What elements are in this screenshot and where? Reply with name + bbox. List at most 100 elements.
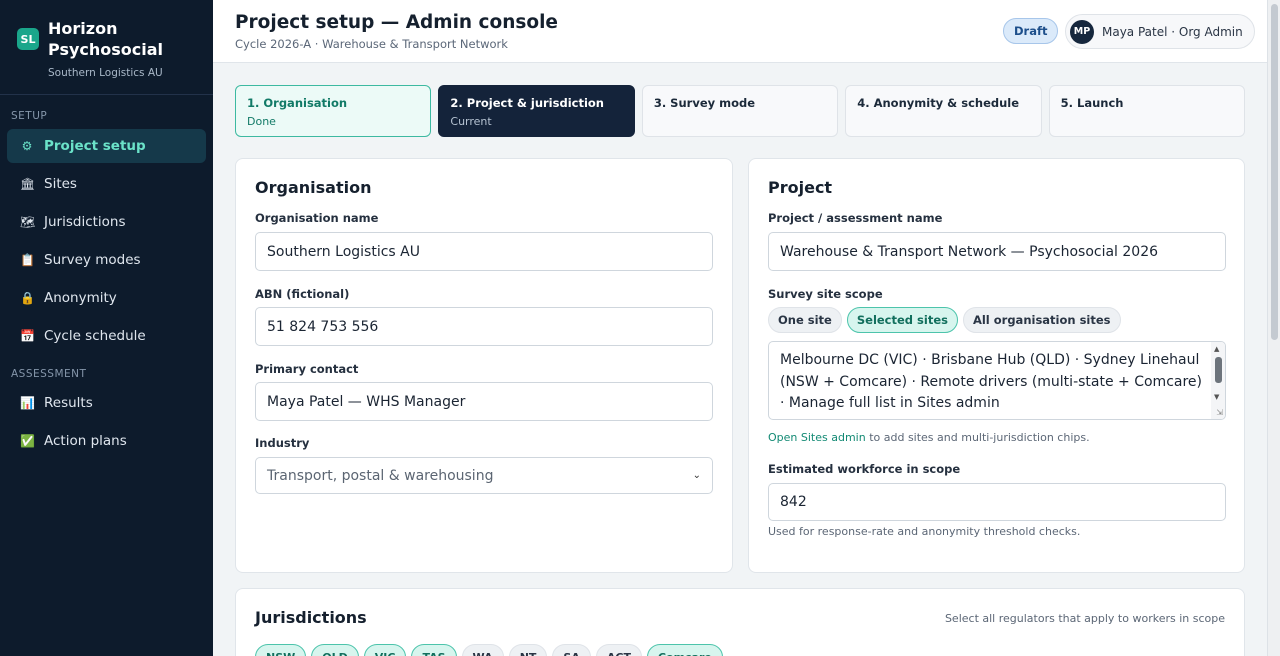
sidebar-item-label: Sites: [44, 176, 77, 192]
jurisdiction-chip-wa[interactable]: WA: [461, 644, 504, 656]
sites-hint: Open Sites admin to add sites and multi-…: [768, 431, 1090, 444]
scroll-down-icon[interactable]: ▼: [1214, 393, 1219, 401]
jurisdictions-card: Jurisdictions Select all regulators that…: [235, 588, 1245, 656]
resize-grip-icon[interactable]: ⇲: [1216, 408, 1223, 417]
step-3[interactable]: 3. Survey mode: [641, 85, 839, 137]
stepper: 1. Organisation Done 2. Project & jurisdic…: [235, 85, 1246, 137]
scope-option-one-site[interactable]: One site: [768, 307, 842, 333]
brand: SL Horizon Psychosocial Southern Logisti…: [0, 0, 213, 95]
sidebar-item-results[interactable]: 📊 Results: [7, 386, 206, 420]
jurisdiction-chip-nt[interactable]: NT: [508, 644, 548, 656]
step-1[interactable]: 1. Organisation Done: [235, 85, 432, 137]
nav-section-setup: SETUP: [11, 110, 48, 122]
sidebar-item-sites[interactable]: 🏛 Sites: [7, 167, 206, 201]
step-title: 4. Anonymity & schedule: [857, 96, 1020, 110]
sites-hint-text: to add sites and multi-jurisdiction chip…: [865, 431, 1090, 444]
scope-label: Survey site scope: [768, 287, 883, 301]
step-title: 5. Launch: [1060, 96, 1124, 110]
nav-assessment: 📊 Results ✅ Action plans: [0, 386, 213, 458]
step-status: Done: [247, 115, 276, 128]
avatar: MP: [1070, 19, 1094, 44]
industry-value: Transport, postal & warehousing: [267, 467, 494, 484]
contact-input[interactable]: Maya Patel — WHS Manager: [255, 382, 713, 421]
sites-text: Melbourne DC (VIC) · Brisbane Hub (QLD) …: [780, 352, 1202, 411]
jurisdictions-title: Jurisdictions: [255, 608, 367, 627]
workforce-input[interactable]: 842: [768, 483, 1226, 521]
gear-icon: ⚙: [21, 139, 33, 153]
calendar-icon: 📅: [20, 329, 35, 343]
organisation-title: Organisation: [255, 178, 372, 197]
sidebar-item-anonymity[interactable]: 🔒 Anonymity: [7, 281, 206, 315]
sidebar-item-label: Action plans: [44, 433, 127, 449]
page-scrollbar[interactable]: [1267, 0, 1280, 656]
step-5[interactable]: 5. Launch: [1048, 85, 1246, 137]
nav-section-assessment: ASSESSMENT: [11, 368, 87, 380]
org-name-label: Organisation name: [255, 211, 379, 225]
jurisdiction-chip-comcare[interactable]: Comcare: [646, 644, 723, 656]
sidebar-item-label: Cycle schedule: [44, 328, 146, 344]
open-sites-admin-link[interactable]: Open Sites admin: [768, 431, 866, 444]
sites-textarea[interactable]: Melbourne DC (VIC) · Brisbane Hub (QLD) …: [768, 341, 1226, 420]
industry-label: Industry: [255, 436, 310, 450]
chevron-down-icon: ⌄: [692, 470, 701, 481]
workforce-hint: Used for response-rate and anonymity thr…: [768, 525, 1081, 538]
workforce-label: Estimated workforce in scope: [768, 462, 961, 476]
clipboard-icon: 📋: [20, 253, 35, 267]
sidebar-item-cycle-schedule[interactable]: 📅 Cycle schedule: [7, 319, 206, 353]
sidebar-item-project-setup[interactable]: ⚙ Project setup: [7, 129, 206, 163]
step-title: 2. Project & jurisdiction: [450, 96, 604, 110]
industry-select[interactable]: Transport, postal & warehousing ⌄: [255, 457, 713, 494]
step-4[interactable]: 4. Anonymity & schedule: [845, 85, 1042, 137]
abn-label: ABN (fictional): [255, 287, 350, 301]
step-status: Current: [450, 115, 492, 128]
abn-input[interactable]: 51 824 753 556: [255, 307, 713, 346]
project-card: Project Project / assessment name Wareho…: [748, 158, 1245, 573]
step-2[interactable]: 2. Project & jurisdiction Current: [438, 85, 635, 137]
scope-option-all-organisation-sites[interactable]: All organisation sites: [962, 307, 1121, 333]
project-title: Project: [768, 178, 833, 197]
scope-option-selected-sites[interactable]: Selected sites: [846, 307, 958, 333]
jurisdiction-chips: NSW QLD VIC TAS WA NT SA ACT Comcare: [255, 644, 723, 656]
sidebar-item-jurisdictions[interactable]: 🗺 Jurisdictions: [7, 205, 206, 239]
jurisdiction-chip-nsw[interactable]: NSW: [255, 644, 307, 656]
scope-selector: One site Selected sites All organisation s…: [768, 307, 1121, 333]
jurisdiction-chip-vic[interactable]: VIC: [363, 644, 407, 656]
sidebar: SL Horizon Psychosocial Southern Logisti…: [0, 0, 213, 656]
jurisdiction-chip-tas[interactable]: TAS: [411, 644, 457, 656]
step-title: 1. Organisation: [247, 96, 348, 110]
org-name-input[interactable]: Southern Logistics AU: [255, 232, 713, 271]
contact-label: Primary contact: [255, 362, 359, 376]
sidebar-item-survey-modes[interactable]: 📋 Survey modes: [7, 243, 206, 277]
user-label: Maya Patel · Org Admin: [1102, 24, 1243, 39]
check-icon: ✅: [20, 434, 35, 448]
map-icon: 🗺: [20, 215, 36, 229]
project-name-label: Project / assessment name: [768, 211, 943, 225]
page-title: Project setup — Admin console: [235, 12, 558, 33]
jurisdiction-chip-act[interactable]: ACT: [595, 644, 642, 656]
sidebar-item-label: Project setup: [44, 138, 146, 154]
jurisdiction-chip-sa[interactable]: SA: [552, 644, 591, 656]
sidebar-item-label: Anonymity: [44, 290, 117, 306]
page-subtitle: Cycle 2026-A · Warehouse & Transport Net…: [235, 37, 508, 51]
jurisdiction-chip-qld[interactable]: QLD: [311, 644, 359, 656]
main-content: Project setup — Admin console Cycle 2026…: [213, 0, 1267, 656]
textarea-scroll-thumb[interactable]: [1215, 357, 1222, 383]
sidebar-item-action-plans[interactable]: ✅ Action plans: [7, 424, 206, 458]
sidebar-item-label: Jurisdictions: [44, 214, 126, 230]
step-title: 3. Survey mode: [653, 96, 756, 110]
building-icon: 🏛: [20, 177, 36, 191]
brand-logo: SL: [17, 28, 39, 50]
page-header: Project setup — Admin console Cycle 2026…: [213, 0, 1267, 63]
page-scroll-thumb[interactable]: [1271, 4, 1278, 340]
nav-setup: ⚙ Project setup 🏛 Sites 🗺 Jurisdictions 📋 Surve…: [0, 129, 213, 353]
chart-icon: 📊: [20, 396, 35, 410]
organisation-card: Organisation Organisation name Southern …: [235, 158, 733, 573]
project-name-input[interactable]: Warehouse & Transport Network — Psychoso…: [768, 232, 1226, 271]
jurisdictions-hint: Select all regulators that apply to work…: [944, 612, 1225, 625]
sidebar-item-label: Survey modes: [44, 252, 141, 268]
status-badge: Draft: [1003, 18, 1059, 44]
sidebar-item-label: Results: [44, 395, 93, 411]
scroll-up-icon[interactable]: ▲: [1214, 345, 1219, 353]
brand-name: Horizon Psychosocial: [48, 19, 164, 59]
user-menu[interactable]: MP Maya Patel · Org Admin: [1065, 14, 1255, 49]
